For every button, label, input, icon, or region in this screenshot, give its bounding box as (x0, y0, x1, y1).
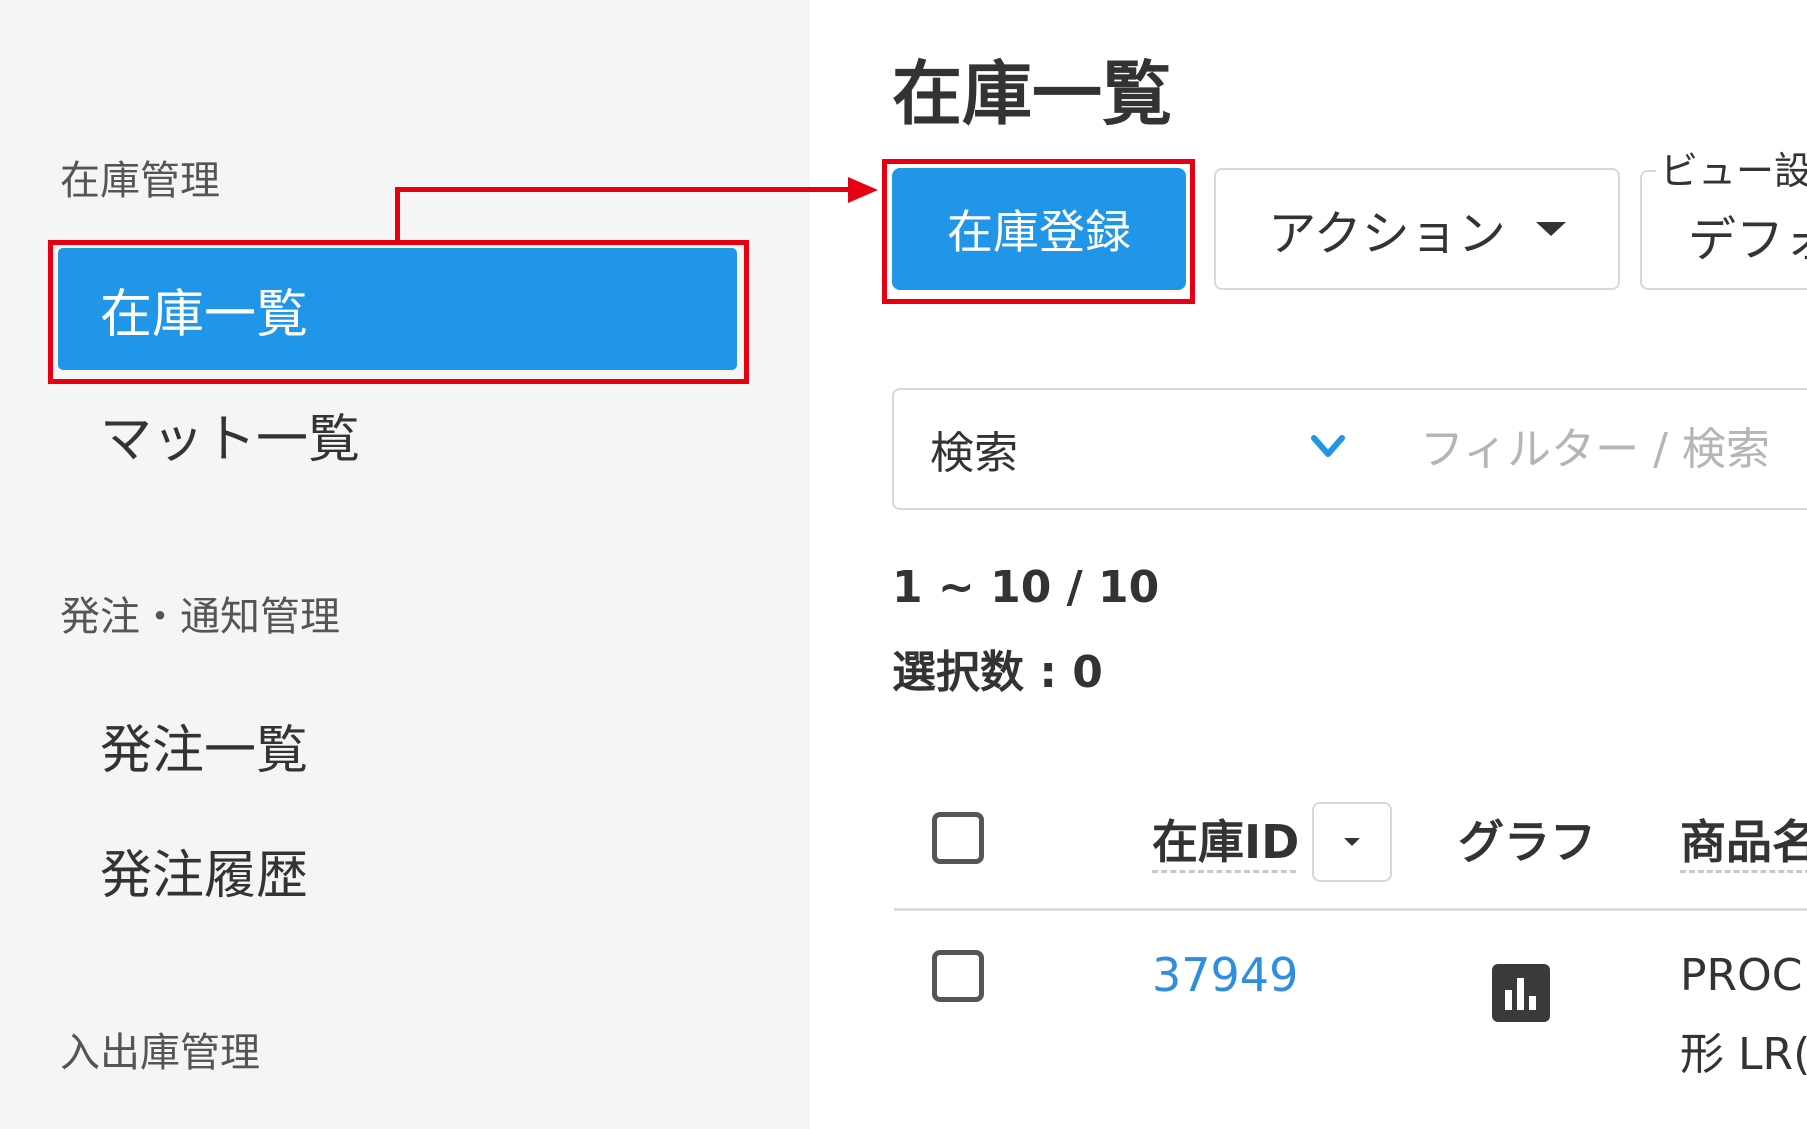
sidebar-section-order-notification: 発注・通知管理 (60, 594, 340, 640)
table-header-divider (894, 908, 1807, 911)
selected-count: 選択数 : 0 (892, 647, 1103, 698)
sidebar-section-inventory: 在庫管理 (60, 158, 220, 204)
result-range: 1 ~ 10 / 10 (892, 562, 1160, 613)
chevron-down-icon (1311, 435, 1345, 457)
column-header-graph: グラフ (1458, 815, 1596, 869)
product-name-line1: PROC (1680, 950, 1803, 1001)
view-settings-label: ビュー設 (1656, 140, 1807, 195)
sidebar-section-stock-io: 入出庫管理 (60, 1030, 260, 1076)
sidebar: 在庫管理 在庫一覧 マット一覧 発注・通知管理 発注一覧 発注履歴 入出庫管理 (0, 0, 810, 1129)
column-header-underline (1152, 870, 1296, 873)
caret-down-icon (1344, 838, 1360, 846)
column-header-underline (1680, 870, 1807, 873)
page-title: 在庫一覧 (892, 53, 1172, 135)
sidebar-item-order-history[interactable]: 発注履歴 (58, 809, 737, 931)
sidebar-item-inventory-list[interactable]: 在庫一覧 (58, 248, 737, 370)
row-checkbox[interactable] (932, 950, 984, 1002)
caret-down-icon (1535, 222, 1566, 236)
bar-chart-icon[interactable] (1492, 964, 1550, 1022)
search-field-select[interactable]: 検索 (892, 388, 1388, 510)
sidebar-item-mat-list[interactable]: マット一覧 (58, 373, 737, 495)
inventory-id-link[interactable]: 37949 (1152, 948, 1298, 1002)
select-all-checkbox[interactable] (932, 812, 984, 864)
sidebar-item-label: マット一覧 (100, 409, 361, 470)
sidebar-item-label: 発注一覧 (100, 720, 309, 781)
sidebar-item-order-list[interactable]: 発注一覧 (58, 684, 737, 806)
column-header-inventory-id[interactable]: 在庫ID (1152, 806, 1299, 872)
register-inventory-button[interactable]: 在庫登録 (892, 168, 1186, 290)
search-field-label: 検索 (930, 428, 1018, 479)
product-name-line2: 形 LR( (1680, 1029, 1807, 1080)
sidebar-item-label: 発注履歴 (100, 845, 309, 906)
search-input[interactable] (1386, 388, 1807, 510)
view-settings-value: デフォ (1688, 212, 1807, 268)
action-dropdown-button[interactable]: アクション (1214, 168, 1620, 290)
column-header-product-name[interactable]: 商品名 (1680, 806, 1807, 872)
action-button-label: アクション (1268, 206, 1506, 262)
main-content: 在庫一覧 在庫登録 アクション ビュー設 デフォ 検索 1 ~ 10 / 10 … (810, 0, 1807, 1129)
sort-button[interactable] (1312, 802, 1392, 882)
sidebar-item-label: 在庫一覧 (100, 284, 309, 345)
